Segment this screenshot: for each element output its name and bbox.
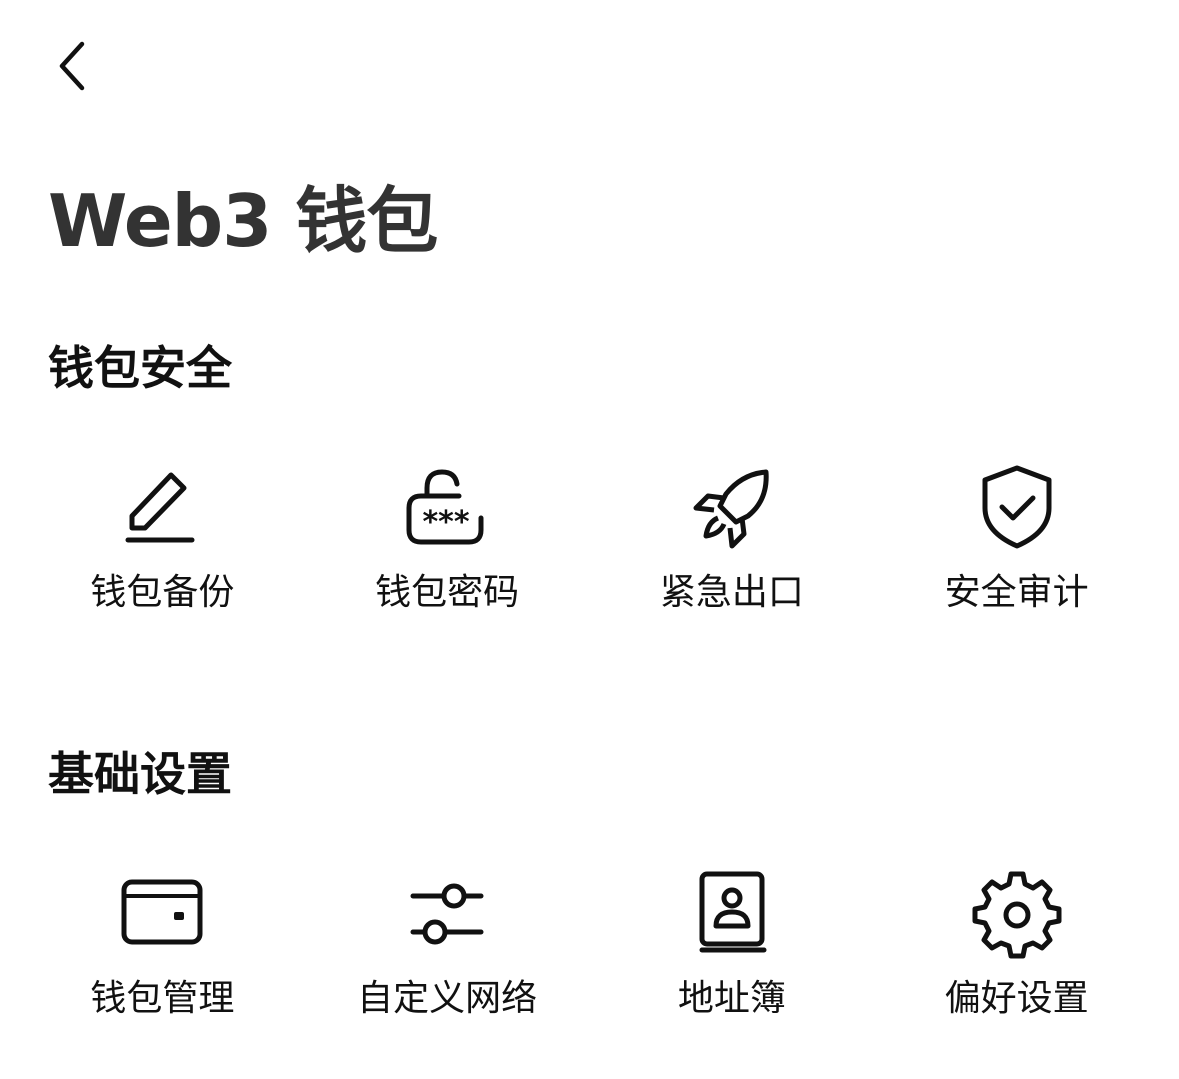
back-button[interactable] bbox=[44, 30, 100, 102]
emergency-exit-button[interactable]: 紧急出口 bbox=[590, 460, 875, 616]
security-audit-button[interactable]: 安全审计 bbox=[874, 460, 1159, 616]
security-audit-label: 安全审计 bbox=[944, 572, 1089, 613]
address-book-icon bbox=[699, 871, 767, 953]
emergency-exit-label: 紧急出口 bbox=[659, 572, 804, 613]
wallet-icon bbox=[121, 879, 203, 945]
web3-wallet-settings-page: Web3 钱包 钱包安全 钱包备份 *** 钱包密码 紧急出口 安全审计 基础设… bbox=[0, 0, 1179, 1079]
preferences-button[interactable]: 偏好设置 bbox=[874, 866, 1159, 1022]
wallet-backup-label: 钱包备份 bbox=[90, 572, 235, 613]
svg-text:***: *** bbox=[423, 505, 470, 540]
password-lock-icon: *** bbox=[406, 469, 484, 545]
rocket-icon bbox=[693, 469, 769, 549]
wallet-security-grid: 钱包备份 *** 钱包密码 紧急出口 安全审计 bbox=[20, 460, 1159, 616]
shield-check-icon bbox=[982, 465, 1052, 549]
page-title: Web3 钱包 bbox=[48, 179, 438, 263]
address-book-button[interactable]: 地址簿 bbox=[590, 866, 875, 1022]
wallet-backup-button[interactable]: 钱包备份 bbox=[20, 460, 305, 616]
preferences-label: 偏好设置 bbox=[944, 978, 1089, 1019]
wallet-management-button[interactable]: 钱包管理 bbox=[20, 866, 305, 1022]
custom-network-label: 自定义网络 bbox=[357, 978, 538, 1019]
wallet-management-label: 钱包管理 bbox=[90, 978, 235, 1019]
sliders-icon bbox=[410, 883, 484, 945]
basic-settings-grid: 钱包管理 自定义网络 地址簿 偏好设置 bbox=[20, 866, 1159, 1022]
gear-icon bbox=[972, 871, 1062, 959]
chevron-left-icon bbox=[59, 41, 85, 91]
section-title-basic-settings: 基础设置 bbox=[48, 747, 232, 801]
pencil-icon bbox=[125, 472, 195, 543]
custom-network-button[interactable]: 自定义网络 bbox=[305, 866, 590, 1022]
section-title-wallet-security: 钱包安全 bbox=[48, 341, 232, 395]
wallet-password-button[interactable]: *** 钱包密码 bbox=[305, 460, 590, 616]
wallet-password-label: 钱包密码 bbox=[375, 572, 520, 613]
address-book-label: 地址簿 bbox=[677, 978, 786, 1019]
